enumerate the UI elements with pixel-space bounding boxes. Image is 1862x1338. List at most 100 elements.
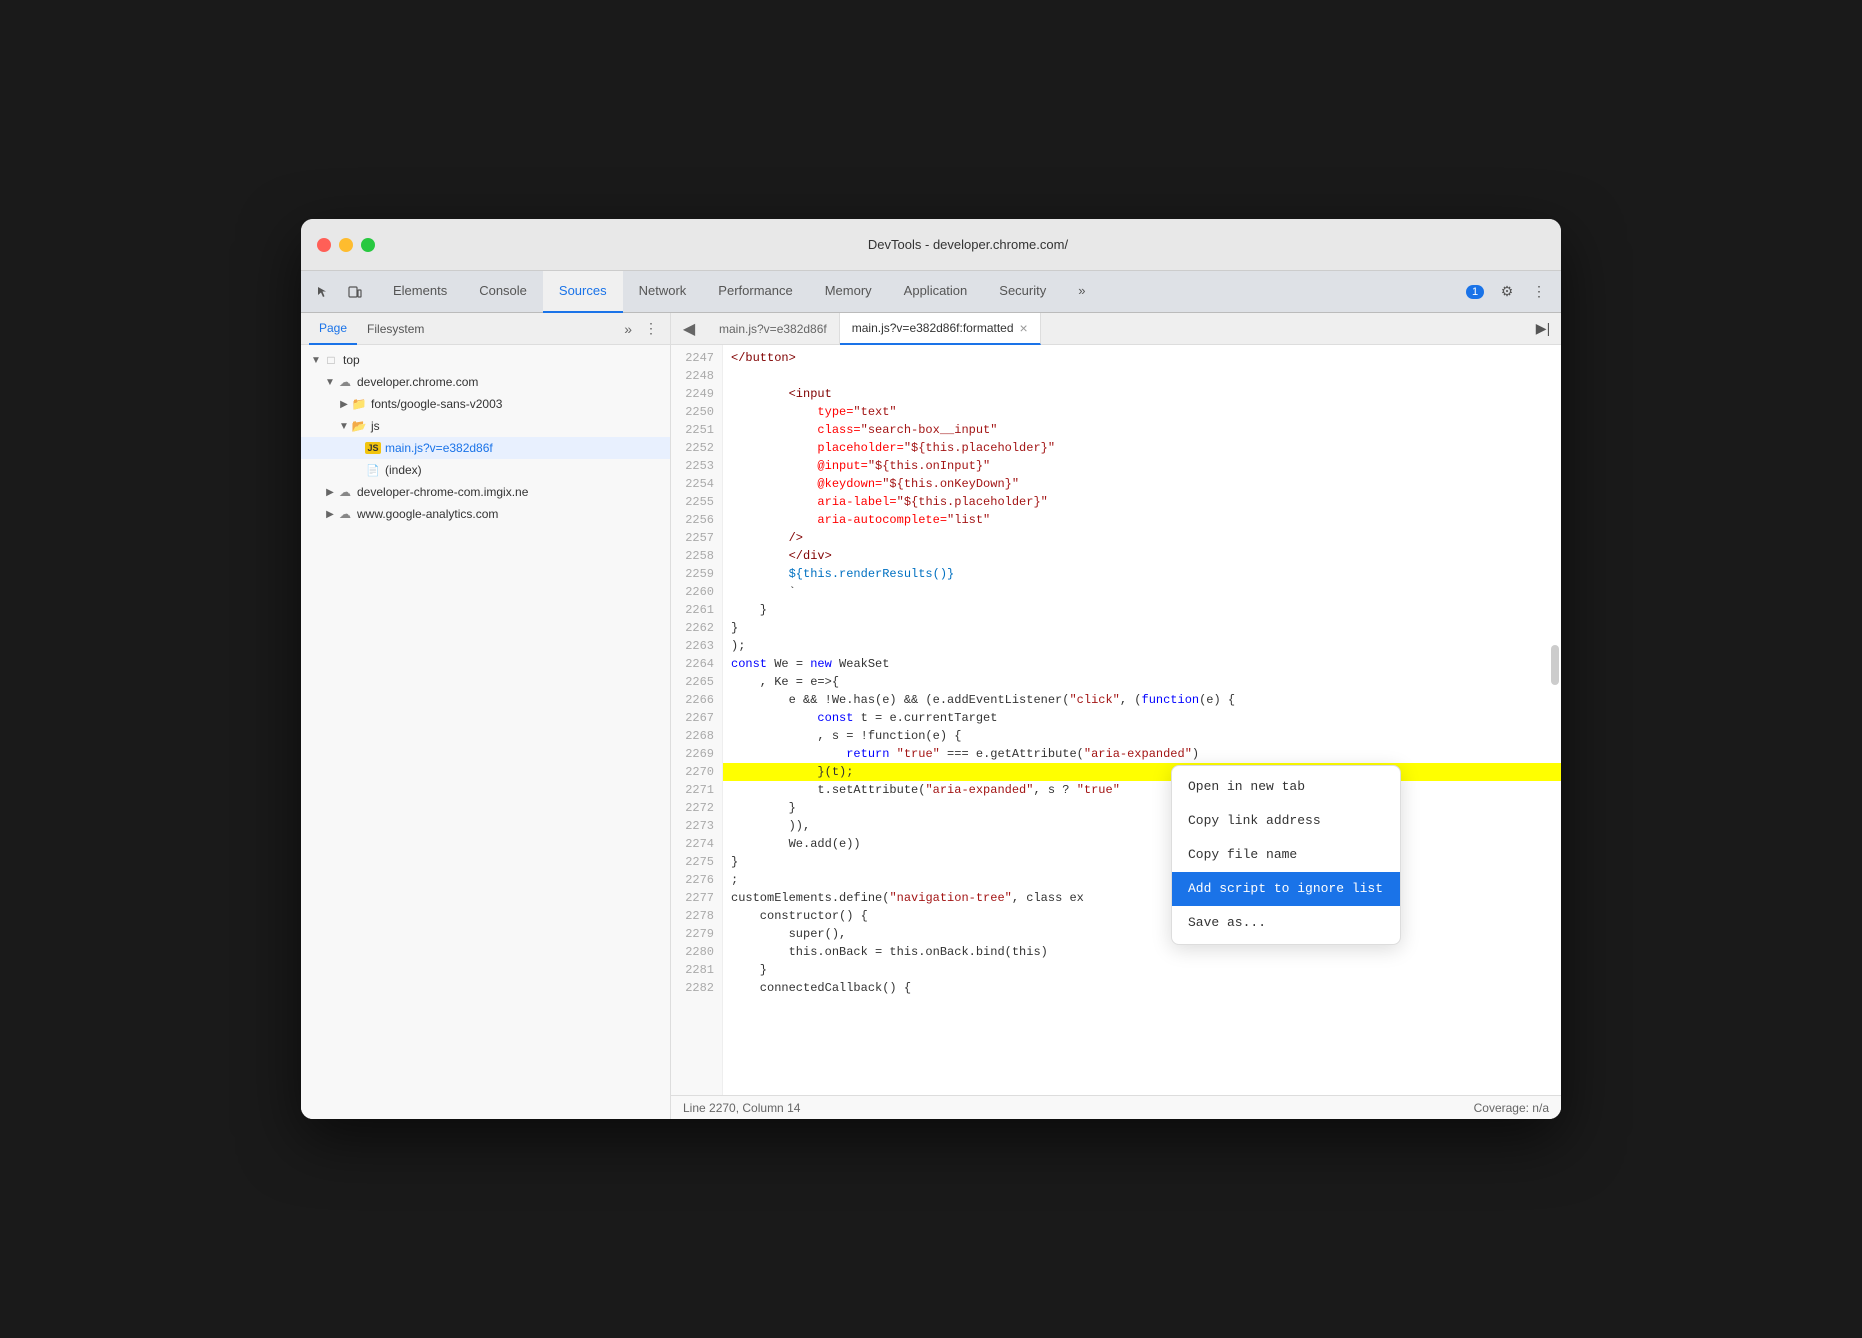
- context-menu-copy-link[interactable]: Copy link address: [1172, 804, 1400, 838]
- code-line-2266: e && !We.has(e) && (e.addEventListener("…: [723, 691, 1561, 709]
- sidebar-tab-filesystem[interactable]: Filesystem: [357, 313, 434, 345]
- code-line-2274: We.add(e)): [723, 835, 1561, 853]
- line-numbers: 2247 2248 2249 2250 2251 2252 2253 2254 …: [671, 345, 723, 1095]
- code-line-2271: t.setAttribute("aria-expanded", s ? "tru…: [723, 781, 1561, 799]
- code-line-2249: <input: [723, 385, 1561, 403]
- context-menu-save-as[interactable]: Save as...: [1172, 906, 1400, 940]
- toggle-sidebar-icon[interactable]: ◀: [675, 315, 703, 343]
- context-menu-open-new-tab[interactable]: Open in new tab: [1172, 770, 1400, 804]
- more-options-icon[interactable]: ⋮: [1525, 278, 1553, 306]
- tree-label-mainjs: main.js?v=e382d86f: [385, 441, 493, 455]
- code-line-2247: </button>: [723, 349, 1561, 367]
- file-icon-index: 📄: [365, 462, 381, 478]
- sidebar-more-icon[interactable]: »: [620, 319, 636, 339]
- tree-item-mainjs[interactable]: JS main.js?v=e382d86f: [301, 437, 670, 459]
- tab-elements[interactable]: Elements: [377, 271, 463, 313]
- tree-item-analytics[interactable]: ▶ ☁ www.google-analytics.com: [301, 503, 670, 525]
- scrollbar-thumb[interactable]: [1551, 645, 1559, 685]
- code-line-2270: }(t);: [723, 763, 1561, 781]
- code-line-2260: `: [723, 583, 1561, 601]
- tree-arrow-js: ▼: [337, 421, 351, 432]
- code-line-2252: placeholder="${this.placeholder}": [723, 439, 1561, 457]
- context-menu: Open in new tab Copy link address Copy f…: [1171, 765, 1401, 945]
- devtools-window: DevTools - developer.chrome.com/ Element…: [301, 219, 1561, 1119]
- code-line-2248: [723, 367, 1561, 385]
- traffic-lights: [317, 238, 375, 252]
- tree-arrow-analytics: ▶: [323, 509, 337, 520]
- collapse-panel-icon[interactable]: ▶|: [1529, 315, 1557, 343]
- code-line-2263: );: [723, 637, 1561, 655]
- code-line-2269: return "true" === e.getAttribute("aria-e…: [723, 745, 1561, 763]
- code-tab-mainjs[interactable]: main.js?v=e382d86f: [707, 313, 840, 345]
- tab-application[interactable]: Application: [888, 271, 984, 313]
- settings-icon[interactable]: ⚙: [1493, 278, 1521, 306]
- js-file-icon: JS: [365, 440, 381, 456]
- code-line-2278: constructor() {: [723, 907, 1561, 925]
- tab-memory[interactable]: Memory: [809, 271, 888, 313]
- tree-label-js: js: [371, 419, 380, 433]
- code-tabs-right: ▶|: [1529, 315, 1557, 343]
- tree-item-index[interactable]: 📄 (index): [301, 459, 670, 481]
- file-tree: ▼ □ top ▼ ☁ developer.chrome.com ▶ 📁 fon…: [301, 345, 670, 1119]
- code-line-2275: }: [723, 853, 1561, 871]
- tree-item-js[interactable]: ▼ 📂 js: [301, 415, 670, 437]
- code-line-2265: , Ke = e=>{: [723, 673, 1561, 691]
- cursor-icon[interactable]: [309, 278, 337, 306]
- devtools-tab-bar: Elements Console Sources Network Perform…: [301, 271, 1561, 313]
- code-line-2277: customElements.define("navigation-tree",…: [723, 889, 1561, 907]
- folder-open-icon: □: [323, 352, 339, 368]
- folder-icon-fonts: 📁: [351, 396, 367, 412]
- context-menu-copy-filename[interactable]: Copy file name: [1172, 838, 1400, 872]
- code-line-2264: const We = new WeakSet: [723, 655, 1561, 673]
- tree-label-imgix: developer-chrome-com.imgix.ne: [357, 485, 528, 499]
- tab-sources[interactable]: Sources: [543, 271, 623, 313]
- sidebar-tab-page[interactable]: Page: [309, 313, 357, 345]
- main-tabs: Elements Console Sources Network Perform…: [377, 271, 1461, 313]
- code-line-2251: class="search-box__input": [723, 421, 1561, 439]
- folder-open-icon-js: 📂: [351, 418, 367, 434]
- sidebar-tabs: Page Filesystem » ⋮: [301, 313, 670, 345]
- sidebar: Page Filesystem » ⋮ ▼ □ top: [301, 313, 671, 1119]
- tree-arrow-fonts: ▶: [337, 399, 351, 410]
- cloud-icon-imgix: ☁: [337, 484, 353, 500]
- tab-performance[interactable]: Performance: [702, 271, 808, 313]
- close-button[interactable]: [317, 238, 331, 252]
- code-line-2276: ;: [723, 871, 1561, 889]
- cloud-icon-devchrome: ☁: [337, 374, 353, 390]
- tree-item-fonts[interactable]: ▶ 📁 fonts/google-sans-v2003: [301, 393, 670, 415]
- code-line-2259: ${this.renderResults()}: [723, 565, 1561, 583]
- code-tab-close-icon[interactable]: ×: [1020, 321, 1028, 335]
- code-line-2281: }: [723, 961, 1561, 979]
- code-line-2258: </div>: [723, 547, 1561, 565]
- tree-item-imgix[interactable]: ▶ ☁ developer-chrome-com.imgix.ne: [301, 481, 670, 503]
- tree-item-top[interactable]: ▼ □ top: [301, 349, 670, 371]
- code-content: </button> <input type="text" class="sear…: [723, 345, 1561, 1095]
- code-line-2261: }: [723, 601, 1561, 619]
- tab-console[interactable]: Console: [463, 271, 543, 313]
- tree-label-index: (index): [385, 463, 422, 477]
- devtools-toolbar-right: 1 ⚙ ⋮: [1461, 278, 1553, 306]
- code-panel: ◀ main.js?v=e382d86f main.js?v=e382d86f:…: [671, 313, 1561, 1119]
- device-toolbar-icon[interactable]: [341, 278, 369, 306]
- minimize-button[interactable]: [339, 238, 353, 252]
- tab-more[interactable]: »: [1062, 271, 1101, 313]
- code-tab-mainjs-formatted[interactable]: main.js?v=e382d86f:formatted ×: [840, 313, 1041, 345]
- code-line-2257: />: [723, 529, 1561, 547]
- status-bar: Line 2270, Column 14 Coverage: n/a: [671, 1095, 1561, 1119]
- tab-security[interactable]: Security: [983, 271, 1062, 313]
- tree-item-devchrome[interactable]: ▼ ☁ developer.chrome.com: [301, 371, 670, 393]
- status-position: Line 2270, Column 14: [683, 1101, 800, 1115]
- maximize-button[interactable]: [361, 238, 375, 252]
- sidebar-menu-icon[interactable]: ⋮: [640, 318, 662, 339]
- code-line-2279: super(),: [723, 925, 1561, 943]
- code-editor[interactable]: 2247 2248 2249 2250 2251 2252 2253 2254 …: [671, 345, 1561, 1095]
- tab-network[interactable]: Network: [623, 271, 703, 313]
- sidebar-more: » ⋮: [620, 318, 662, 339]
- status-coverage: Coverage: n/a: [1474, 1101, 1549, 1115]
- message-badge-button[interactable]: 1: [1461, 278, 1489, 306]
- code-line-2262: }: [723, 619, 1561, 637]
- code-line-2255: aria-label="${this.placeholder}": [723, 493, 1561, 511]
- devtools-toolbar-left: [309, 278, 369, 306]
- code-line-2273: )),: [723, 817, 1561, 835]
- context-menu-add-ignore[interactable]: Add script to ignore list: [1172, 872, 1400, 906]
